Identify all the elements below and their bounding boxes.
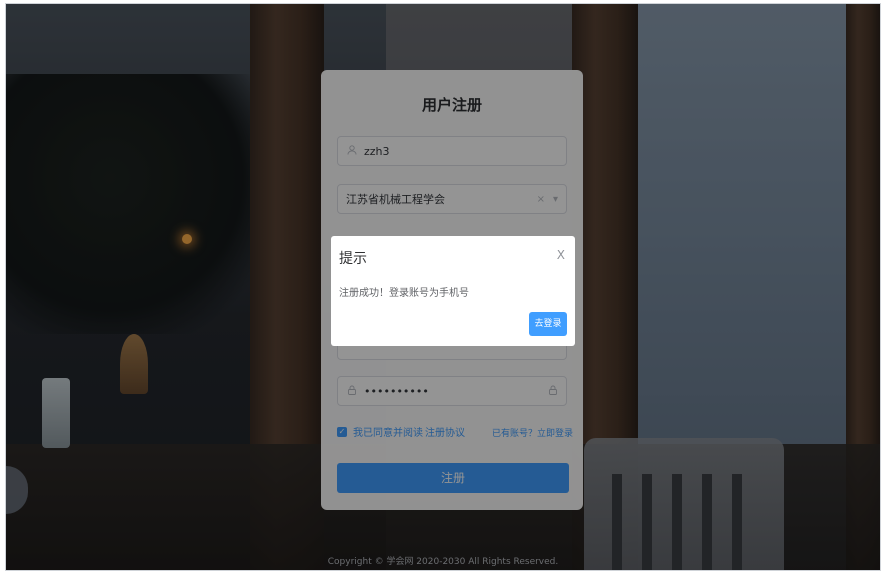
dialog-title: 提示 bbox=[339, 251, 367, 267]
close-icon[interactable]: X bbox=[557, 248, 565, 262]
message-dialog: 提示 X 注册成功！登录账号为手机号 去登录 bbox=[331, 236, 575, 346]
go-login-button[interactable]: 去登录 bbox=[529, 312, 567, 336]
dialog-message: 注册成功！登录账号为手机号 bbox=[339, 288, 469, 299]
app-frame: 用户注册 zzh3 江苏省机械工程学会 × ▾ •••••••••• ✓ 我已同… bbox=[6, 4, 880, 570]
